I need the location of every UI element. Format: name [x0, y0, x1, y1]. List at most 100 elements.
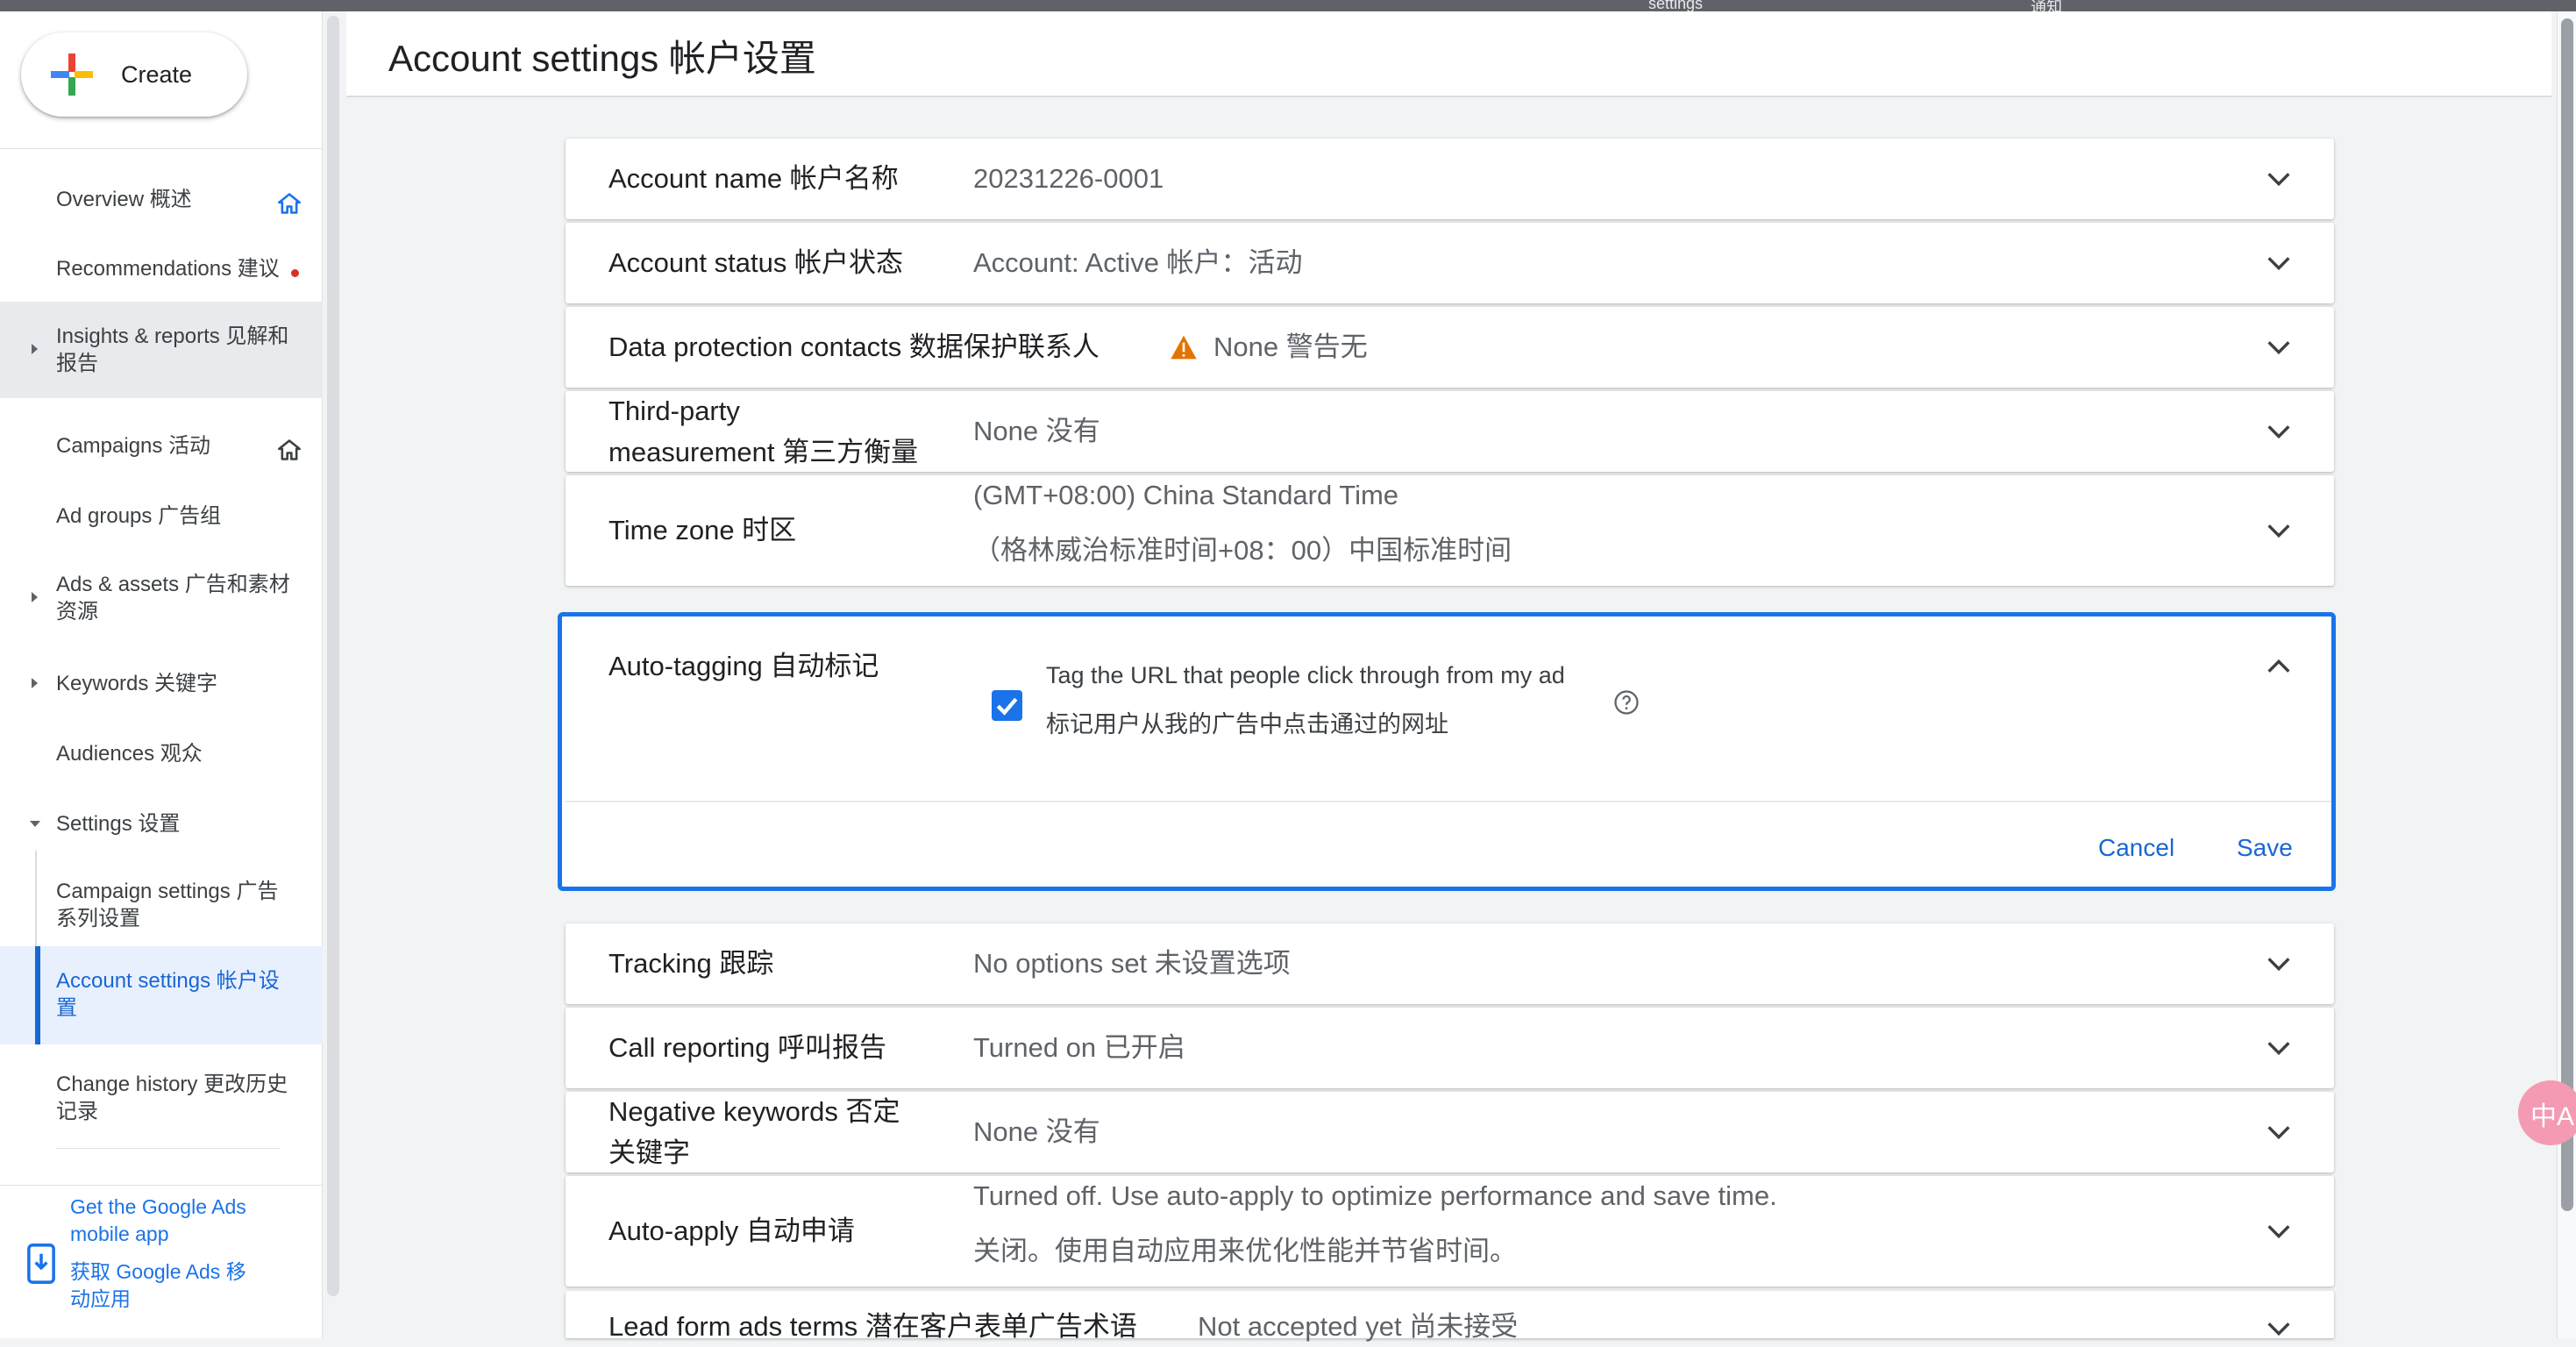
setting-row-negative-keywords[interactable]: Negative keywords 否定 关键字 None 没有	[566, 1092, 2334, 1172]
get-mobile-app-link[interactable]: Get the Google Ads mobile app	[70, 1194, 281, 1248]
mobile-phone-icon	[27, 1244, 55, 1284]
get-mobile-app-link-zh[interactable]: 获取 Google Ads 移动应用	[70, 1258, 263, 1313]
chevron-down-icon[interactable]	[2264, 1117, 2294, 1147]
setting-label: Third-party	[608, 396, 740, 426]
chevron-down-icon[interactable]	[2264, 248, 2294, 278]
sidebar-item-keywords[interactable]: Keywords 关键字	[0, 651, 323, 716]
sidebar-item-label: Keywords 关键字	[56, 672, 218, 695]
setting-value: Turned off. Use auto-apply to optimize p…	[973, 1180, 1777, 1211]
setting-panel-auto-tagging: Auto-tagging 自动标记	[558, 612, 2336, 891]
chevron-down-icon[interactable]	[2264, 1314, 2294, 1343]
chevron-down-icon[interactable]	[2264, 949, 2294, 979]
checkmark-icon	[996, 697, 1018, 716]
setting-row-time-zone[interactable]: Time zone 时区 (GMT+08:00) China Standard …	[566, 475, 2334, 586]
sidebar-item-label: Settings 设置	[56, 812, 181, 836]
auto-tagging-checkbox-label-zh: 标记用户从我的广告中点击通过的网址	[1046, 711, 1448, 738]
setting-value: Not accepted yet 尚未接受	[1198, 1311, 1519, 1342]
setting-row-lead-form-ads-terms[interactable]: Lead form ads terms 潜在客户表单广告术语 Not accep…	[566, 1291, 2334, 1342]
sidebar-item-label: Change history 更改历史记录	[56, 1073, 288, 1123]
panel-divider	[565, 801, 2331, 802]
setting-row-call-reporting[interactable]: Call reporting 呼叫报告 Turned on 已开启	[566, 1008, 2334, 1088]
create-button[interactable]: Create	[21, 32, 247, 117]
setting-label: Auto-tagging 自动标记	[608, 651, 879, 681]
sidebar-item-ad-groups[interactable]: Ad groups 广告组	[0, 483, 323, 549]
sidebar-item-label: Overview 概述	[56, 188, 192, 211]
setting-row-account-status[interactable]: Account status 帐户状态 Account: Active 帐户：活…	[566, 223, 2334, 303]
sidebar-item-recommendations[interactable]: Recommendations 建议	[0, 236, 323, 302]
warning-icon	[1171, 335, 1197, 360]
setting-label: Time zone 时区	[608, 515, 797, 545]
chevron-up-icon[interactable]	[2264, 652, 2294, 681]
setting-value: None 没有	[973, 416, 1100, 446]
caret-down-icon	[30, 821, 40, 827]
page-scrollbar-thumb[interactable]	[2561, 18, 2573, 1211]
page-title: Account settings 帐户设置	[388, 38, 816, 79]
setting-label: Negative keywords 否定	[608, 1096, 900, 1127]
setting-value: None 没有	[973, 1116, 1100, 1147]
chevron-down-icon[interactable]	[2264, 332, 2294, 362]
auto-tagging-checkbox[interactable]	[992, 690, 1022, 721]
caret-right-icon	[32, 678, 38, 688]
sidebar-item-label: Account settings 帐户设置	[56, 969, 280, 1020]
sidebar-item-campaign-settings[interactable]: Campaign settings 广告系列设置	[0, 862, 323, 950]
setting-row-data-protection[interactable]: Data protection contacts 数据保护联系人 None 警告…	[566, 307, 2334, 388]
home-icon	[278, 439, 301, 460]
setting-row-third-party-measurement[interactable]: Third-party measurement 第三方衡量 None 没有	[566, 391, 2334, 472]
sidebar-item-ads-assets[interactable]: Ads & assets 广告和素材资源	[0, 555, 323, 643]
chevron-down-icon[interactable]	[2264, 516, 2294, 545]
create-button-label: Create	[121, 61, 193, 88]
setting-value: None 警告无	[1213, 331, 1368, 362]
caret-right-icon	[32, 344, 38, 354]
top-strip: settings 通知	[0, 0, 2576, 16]
sidebar-item-label: Ads & assets 广告和素材资源	[56, 573, 290, 624]
setting-label: Call reporting 呼叫报告	[608, 1032, 886, 1063]
auto-tagging-checkbox-label: Tag the URL that people click through fr…	[1046, 662, 1565, 688]
chevron-down-icon[interactable]	[2264, 1033, 2294, 1063]
setting-label: Data protection contacts 数据保护联系人	[608, 331, 1099, 362]
setting-value: (GMT+08:00) China Standard Time	[973, 480, 1399, 510]
sidebar-scrollbar[interactable]	[327, 16, 339, 1296]
sidebar-divider	[56, 1148, 281, 1149]
setting-label: Auto-apply 自动申请	[608, 1215, 855, 1246]
setting-row-tracking[interactable]: Tracking 跟踪 No options set 未设置选项	[566, 923, 2334, 1004]
translate-widget[interactable]: 中A	[2518, 1080, 2576, 1145]
setting-value-line2: （格林威治标准时间+08：00）中国标准时间	[973, 535, 1512, 566]
active-indicator	[35, 946, 40, 1044]
chevron-down-icon[interactable]	[2264, 417, 2294, 446]
home-icon	[278, 193, 301, 214]
setting-label: Lead form ads terms 潜在客户表单广告术语	[608, 1311, 1137, 1342]
save-button[interactable]: Save	[2237, 828, 2293, 868]
setting-label: Account name 帐户名称	[608, 163, 899, 194]
sidebar-item-label: Audiences 观众	[56, 742, 203, 766]
setting-value: No options set 未设置选项	[973, 948, 1291, 979]
setting-label-line2: measurement 第三方衡量	[608, 437, 919, 467]
sidebar-item-account-settings[interactable]: Account settings 帐户设置	[0, 946, 323, 1044]
sidebar-item-label: Campaign settings 广告系列设置	[56, 880, 279, 930]
sidebar-item-label: Campaigns 活动	[56, 434, 211, 458]
sidebar-item-settings[interactable]: Settings 设置	[0, 791, 323, 857]
sidebar-divider	[0, 148, 323, 149]
translate-widget-label: 中A	[2530, 1102, 2575, 1131]
setting-label: Tracking 跟踪	[608, 948, 774, 979]
caret-right-icon	[32, 592, 38, 602]
sidebar-item-audiences[interactable]: Audiences 观众	[0, 721, 323, 787]
setting-value: Account: Active 帐户：活动	[973, 247, 1303, 278]
sidebar-item-campaigns[interactable]: Campaigns 活动	[0, 413, 323, 479]
setting-label-line2: 关键字	[608, 1137, 690, 1168]
google-plus-icon	[51, 53, 93, 96]
chevron-down-icon[interactable]	[2264, 1216, 2294, 1246]
setting-value-line2: 关闭。使用自动应用来优化性能并节省时间。	[973, 1236, 1517, 1266]
setting-row-account-name[interactable]: Account name 帐户名称 20231226-0001	[566, 139, 2334, 219]
setting-row-auto-apply[interactable]: Auto-apply 自动申请 Turned off. Use auto-app…	[566, 1176, 2334, 1286]
sidebar-item-overview[interactable]: Overview 概述	[0, 167, 323, 232]
cancel-button[interactable]: Cancel	[2098, 828, 2174, 868]
sidebar-item-label: Insights & reports 见解和报告	[56, 324, 289, 375]
setting-label: Account status 帐户状态	[608, 247, 903, 278]
sidebar-item-insights-reports[interactable]: Insights & reports 见解和报告	[0, 302, 323, 398]
sidebar-item-change-history[interactable]: Change history 更改历史记录	[0, 1055, 323, 1143]
setting-value: Turned on 已开启	[973, 1032, 1185, 1063]
chevron-down-icon[interactable]	[2264, 164, 2294, 194]
sidebar: Create Overview 概述 Recommendations 建议 In…	[0, 11, 323, 1338]
help-circle-icon[interactable]	[1613, 689, 1640, 716]
sidebar-item-label: Recommendations 建议	[56, 257, 280, 281]
